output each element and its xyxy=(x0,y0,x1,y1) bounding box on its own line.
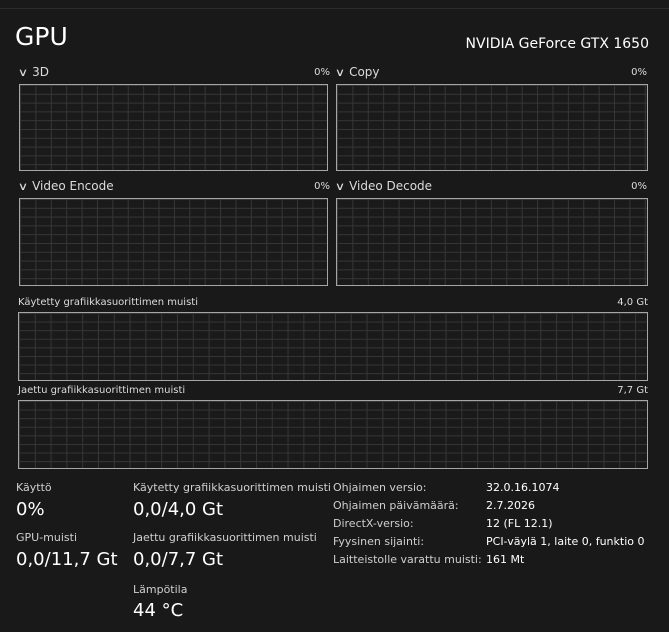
engine-label: Video Encode xyxy=(32,179,114,193)
driver-version-label: Ohjaimen versio: xyxy=(333,481,427,494)
physical-location-label: Fyysinen sijainti: xyxy=(333,535,425,548)
hardware-reserved-memory-value: 161 Mt xyxy=(486,553,525,566)
shared-memory-graph xyxy=(18,400,648,469)
driver-date-value: 2.7.2026 xyxy=(486,499,535,512)
physical-location-value: PCI-väylä 1, laite 0, funktio 0 xyxy=(486,535,645,548)
engine-selector-video-decode[interactable]: ∨ Video Decode xyxy=(335,178,433,194)
shared-memory-graph-label: Jaettu grafiikkasuorittimen muisti xyxy=(18,385,186,396)
dedicated-memory-graph xyxy=(18,312,648,381)
gpu-memory-value: 0,0/11,7 Gt xyxy=(16,549,118,570)
top-divider xyxy=(0,8,669,9)
chevron-down-icon[interactable]: ∨ xyxy=(18,180,28,193)
engine-graph-video-encode xyxy=(19,198,328,286)
engine-graph-copy xyxy=(336,84,648,171)
dedicated-memory-graph-max: 4,0 Gt xyxy=(617,297,648,308)
shared-memory-graph-max: 7,7 Gt xyxy=(617,385,648,396)
temperature-label: Lämpötila xyxy=(133,583,188,596)
engine-selector-copy[interactable]: ∨ Copy xyxy=(335,64,380,80)
engine-label: Video Decode xyxy=(349,179,433,193)
engine-percent: 0% xyxy=(314,181,330,192)
engine-selector-video-encode[interactable]: ∨ Video Encode xyxy=(18,178,114,194)
engine-percent: 0% xyxy=(314,67,330,78)
directx-version-value: 12 (FL 12.1) xyxy=(486,517,553,530)
engine-graph-3d xyxy=(19,84,328,171)
driver-date-label: Ohjaimen päivämäärä: xyxy=(333,499,459,512)
engine-label: Copy xyxy=(349,65,380,79)
temperature-value: 44 °C xyxy=(133,600,184,621)
dedicated-memory-value: 0,0/4,0 Gt xyxy=(133,499,224,520)
chevron-down-icon[interactable]: ∨ xyxy=(18,66,28,79)
directx-version-label: DirectX-versio: xyxy=(333,517,414,530)
gpu-memory-label: GPU-muisti xyxy=(16,531,78,544)
hardware-reserved-memory-label: Laitteistolle varattu muisti: xyxy=(333,553,482,566)
engine-percent: 0% xyxy=(631,67,647,78)
engine-percent: 0% xyxy=(631,181,647,192)
shared-memory-value: 0,0/7,7 Gt xyxy=(133,549,224,570)
dedicated-memory-graph-label: Käytetty grafiikkasuorittimen muisti xyxy=(18,297,198,308)
engine-label: 3D xyxy=(32,65,49,79)
utilization-value: 0% xyxy=(16,499,45,520)
engine-graph-video-decode xyxy=(336,198,648,286)
gpu-performance-panel: GPU NVIDIA GeForce GTX 1650 ∨ 3D 0% ∨ Co… xyxy=(0,0,669,632)
chevron-down-icon[interactable]: ∨ xyxy=(335,180,345,193)
engine-selector-3d[interactable]: ∨ 3D xyxy=(18,64,49,80)
dedicated-memory-label: Käytetty grafiikkasuorittimen muisti xyxy=(133,481,331,494)
chevron-down-icon[interactable]: ∨ xyxy=(335,66,345,79)
shared-memory-label: Jaettu grafiikkasuorittimen muisti xyxy=(133,531,317,544)
driver-version-value: 32.0.16.1074 xyxy=(486,481,560,494)
device-name: NVIDIA GeForce GTX 1650 xyxy=(465,36,649,52)
utilization-label: Käyttö xyxy=(16,481,52,494)
page-title: GPU xyxy=(15,22,68,51)
